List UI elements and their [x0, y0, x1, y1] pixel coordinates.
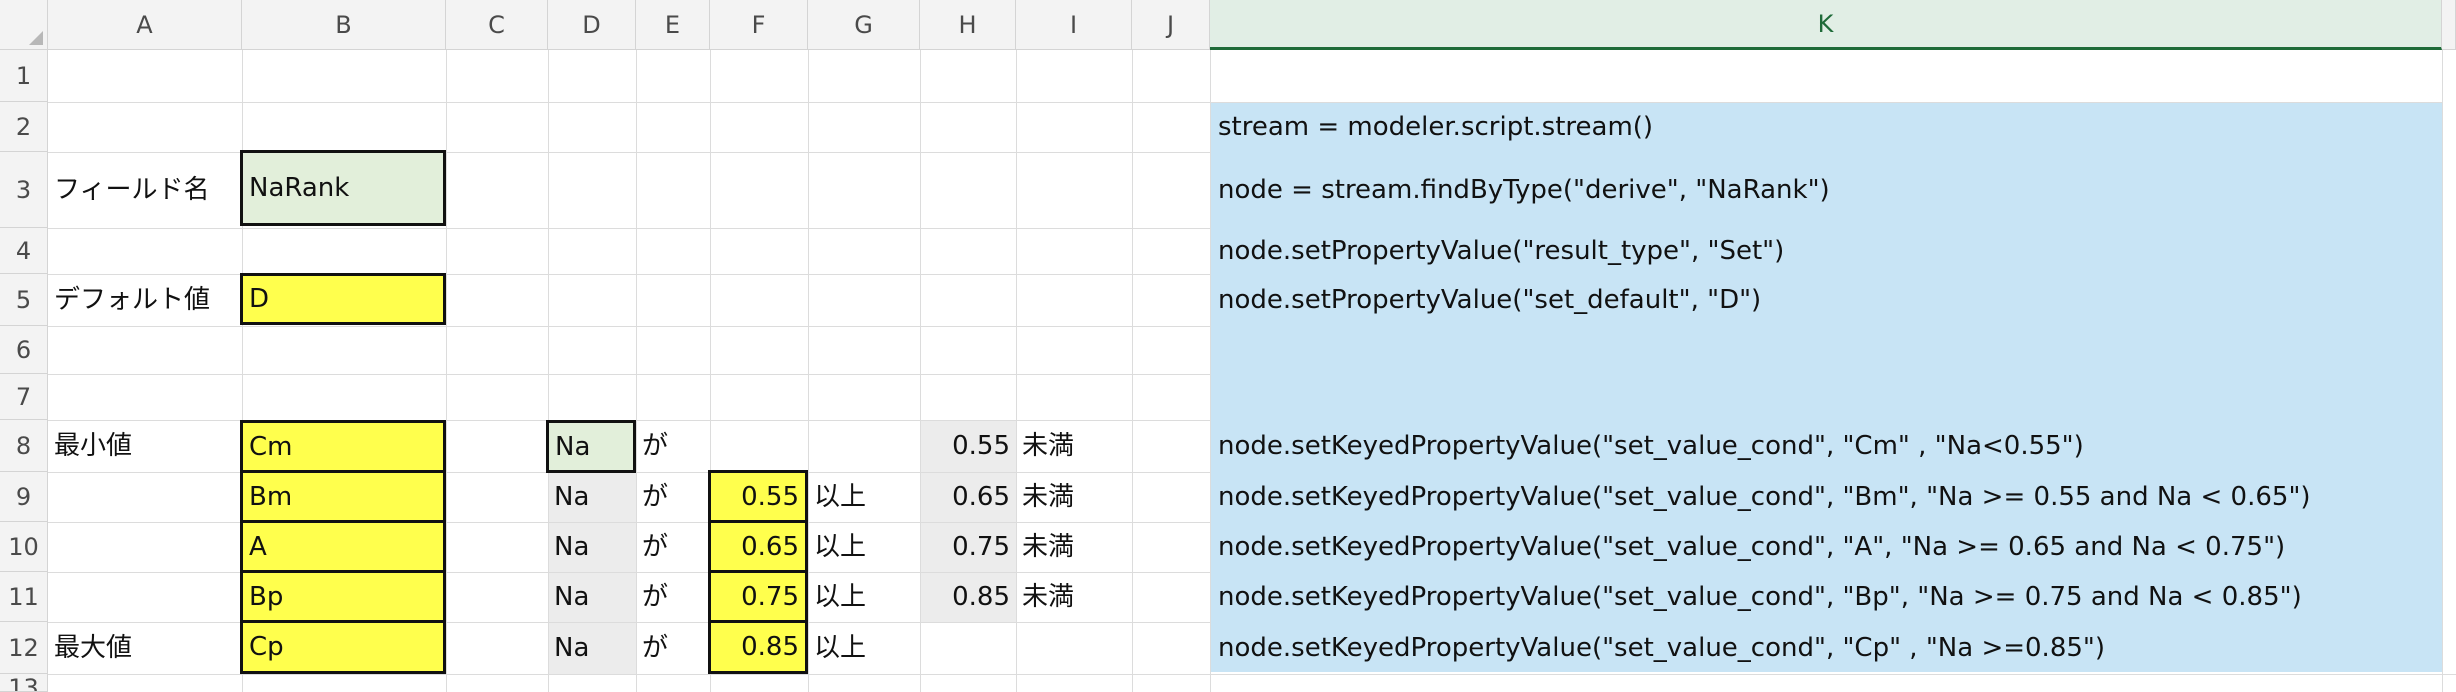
row-header-2[interactable]: 2 — [0, 102, 48, 152]
column-header-b[interactable]: B — [242, 0, 446, 50]
column-header-g[interactable]: G — [808, 0, 920, 50]
cell-a5[interactable]: デフォルト値 — [48, 274, 242, 326]
row-header-3[interactable]: 3 — [0, 152, 48, 228]
column-header-k[interactable]: K — [1210, 0, 2442, 50]
cell-i8[interactable]: 未満 — [1016, 420, 1132, 472]
row-header-6[interactable]: 6 — [0, 326, 48, 374]
cell-d10[interactable]: Na — [548, 522, 636, 572]
gridline-v — [446, 50, 447, 692]
column-header-j[interactable]: J — [1132, 0, 1210, 50]
cell-d8[interactable]: Na — [546, 420, 636, 473]
cell-k12[interactable]: node.setKeyedPropertyValue("set_value_co… — [1210, 622, 2442, 674]
column-header-a[interactable]: A — [48, 0, 242, 50]
cell-g11[interactable]: 以上 — [808, 572, 920, 622]
cell-g10[interactable]: 以上 — [808, 522, 920, 572]
cell-b8[interactable]: Cm — [240, 420, 446, 473]
cell-h8[interactable]: 0.55 — [920, 420, 1016, 472]
cell-d9[interactable]: Na — [548, 472, 636, 522]
column-header-f[interactable]: F — [710, 0, 808, 50]
cell-e10[interactable]: が — [636, 522, 710, 572]
cell-g9[interactable]: 以上 — [808, 472, 920, 522]
gridline-h — [48, 326, 1210, 327]
row-header-10[interactable]: 10 — [0, 522, 48, 572]
row-header-5[interactable]: 5 — [0, 274, 48, 326]
cell-b5[interactable]: D — [240, 273, 446, 325]
row-header-7[interactable]: 7 — [0, 374, 48, 420]
cell-h10[interactable]: 0.75 — [920, 522, 1016, 572]
cell-e8[interactable]: が — [636, 420, 710, 472]
cell-e11[interactable]: が — [636, 572, 710, 622]
column-header-h[interactable]: H — [920, 0, 1016, 50]
cell-b10[interactable]: A — [240, 520, 446, 573]
cell-h9[interactable]: 0.65 — [920, 472, 1016, 522]
column-header-d[interactable]: D — [548, 0, 636, 50]
cell-i9[interactable]: 未満 — [1016, 472, 1132, 522]
cell-k4[interactable]: node.setPropertyValue("result_type", "Se… — [1210, 228, 2442, 274]
cell-i11[interactable]: 未満 — [1016, 572, 1132, 622]
column-header-e[interactable]: E — [636, 0, 710, 50]
column-header-i[interactable]: I — [1016, 0, 1132, 50]
gridline-v — [1132, 50, 1133, 692]
row-header-13[interactable]: 13 — [0, 674, 48, 692]
cell-b3[interactable]: NaRank — [240, 150, 446, 226]
select-all-triangle-icon — [29, 31, 43, 45]
cell-a8[interactable]: 最小値 — [48, 420, 242, 472]
gridline-v — [2442, 50, 2443, 692]
column-header-c[interactable]: C — [446, 0, 548, 50]
gridline-h — [48, 228, 1210, 229]
cell-k8[interactable]: node.setKeyedPropertyValue("set_value_co… — [1210, 420, 2442, 472]
cell-d12[interactable]: Na — [548, 622, 636, 674]
cell-f11[interactable]: 0.75 — [708, 570, 808, 623]
cell-k2[interactable]: stream = modeler.script.stream() — [1210, 102, 2442, 152]
row-header-8[interactable]: 8 — [0, 420, 48, 472]
cell-f9[interactable]: 0.55 — [708, 470, 808, 523]
cell-b12[interactable]: Cp — [240, 620, 446, 674]
row-header-12[interactable]: 12 — [0, 622, 48, 674]
cell-b9[interactable]: Bm — [240, 470, 446, 523]
column-header-next[interactable] — [2442, 0, 2456, 50]
cell-a12[interactable]: 最大値 — [48, 622, 242, 674]
row-header-1[interactable]: 1 — [0, 50, 48, 102]
cell-e9[interactable]: が — [636, 472, 710, 522]
select-all-corner[interactable] — [0, 0, 48, 50]
row-header-11[interactable]: 11 — [0, 572, 48, 622]
row-header-4[interactable]: 4 — [0, 228, 48, 274]
cell-d11[interactable]: Na — [548, 572, 636, 622]
cell-g12[interactable]: 以上 — [808, 622, 920, 674]
gridline-h — [48, 102, 1210, 103]
gridline-h — [48, 374, 1210, 375]
cell-h11[interactable]: 0.85 — [920, 572, 1016, 622]
spreadsheet-grid[interactable]: A B C D E F G H I J K 1 2 3 4 5 6 7 8 9 … — [0, 0, 2456, 692]
cell-k10[interactable]: node.setKeyedPropertyValue("set_value_co… — [1210, 522, 2442, 572]
gridline-h — [48, 674, 2456, 675]
cell-k9[interactable]: node.setKeyedPropertyValue("set_value_co… — [1210, 472, 2442, 522]
cell-f12[interactable]: 0.85 — [708, 620, 808, 674]
cell-k5[interactable]: node.setPropertyValue("set_default", "D"… — [1210, 274, 2442, 326]
cell-a3[interactable]: フィールド名 — [48, 152, 242, 228]
row-header-9[interactable]: 9 — [0, 472, 48, 522]
cell-b11[interactable]: Bp — [240, 570, 446, 623]
cell-i10[interactable]: 未満 — [1016, 522, 1132, 572]
cell-k11[interactable]: node.setKeyedPropertyValue("set_value_co… — [1210, 572, 2442, 622]
cell-k3[interactable]: node = stream.findByType("derive", "NaRa… — [1210, 152, 2442, 228]
cell-f10[interactable]: 0.65 — [708, 520, 808, 573]
cell-e12[interactable]: が — [636, 622, 710, 674]
